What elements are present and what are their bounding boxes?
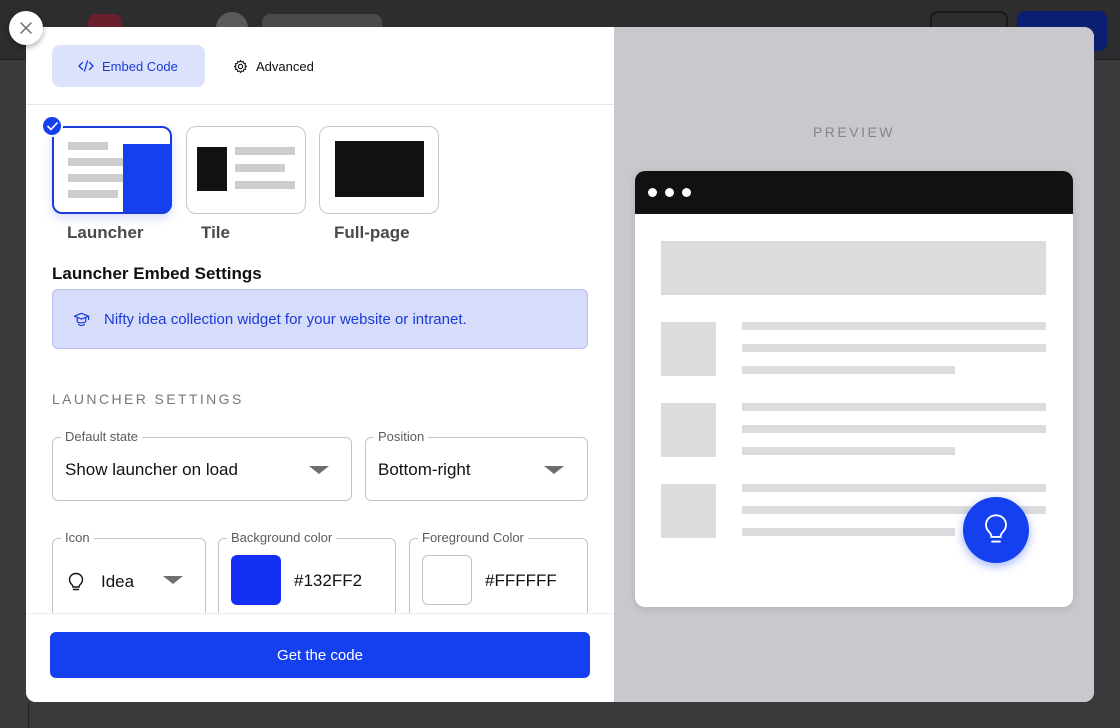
check-icon bbox=[46, 121, 58, 130]
placeholder-line bbox=[742, 322, 1046, 330]
mortarboard-icon bbox=[73, 312, 90, 326]
thumb-line bbox=[235, 147, 295, 155]
window-dot bbox=[665, 188, 674, 197]
default-state-label: Default state bbox=[61, 429, 142, 444]
gear-icon bbox=[233, 59, 248, 73]
foreground-color-value: #FFFFFF bbox=[485, 571, 557, 590]
code-icon bbox=[78, 60, 94, 72]
thumb-fullpage-block bbox=[335, 141, 424, 197]
placeholder-line bbox=[742, 484, 1046, 492]
icon-label: Icon bbox=[61, 530, 94, 545]
layout-option-tile[interactable] bbox=[186, 126, 306, 214]
layout-option-full-page[interactable] bbox=[319, 126, 439, 214]
settings-heading: LAUNCHER SETTINGS bbox=[52, 391, 244, 407]
preview-heading: PREVIEW bbox=[812, 124, 896, 140]
info-banner: Nifty idea collection widget for your we… bbox=[52, 289, 588, 349]
placeholder-line bbox=[742, 366, 955, 374]
foreground-color-swatch[interactable] bbox=[422, 555, 472, 605]
icon-value: Idea bbox=[101, 572, 135, 591]
window-dot bbox=[648, 188, 657, 197]
position-label: Position bbox=[374, 429, 429, 444]
window-dot bbox=[682, 188, 691, 197]
embed-modal: Embed Code Advanced Launcher Tile Full-p… bbox=[26, 27, 1094, 702]
settings-panel: Embed Code Advanced Launcher Tile Full-p… bbox=[26, 27, 614, 702]
get-code-button[interactable]: Get the code bbox=[50, 632, 590, 678]
section-title: Launcher Embed Settings bbox=[52, 264, 262, 283]
position-value: Bottom-right bbox=[378, 460, 471, 479]
tab-bar: Embed Code Advanced bbox=[52, 45, 340, 87]
chevron-down-icon bbox=[309, 466, 329, 474]
layout-label-launcher: Launcher bbox=[67, 223, 144, 242]
tab-advanced-label: Advanced bbox=[256, 58, 314, 74]
placeholder-line bbox=[742, 403, 1046, 411]
close-button[interactable] bbox=[9, 11, 43, 45]
background-divider bbox=[28, 702, 1098, 728]
placeholder-banner bbox=[661, 241, 1046, 295]
lightbulb-icon bbox=[985, 514, 1007, 543]
thumb-line bbox=[235, 181, 295, 189]
layout-label-tile: Tile bbox=[201, 223, 230, 242]
tab-advanced[interactable]: Advanced bbox=[225, 45, 340, 87]
tab-embed-code-label: Embed Code bbox=[102, 58, 178, 74]
foreground-color-label: Foreground Color bbox=[418, 530, 528, 545]
default-state-value: Show launcher on load bbox=[65, 460, 238, 479]
info-text: Nifty idea collection widget for your we… bbox=[104, 310, 467, 328]
thumb-line bbox=[68, 158, 128, 166]
placeholder-line bbox=[742, 447, 955, 455]
thumb-tile-block bbox=[197, 147, 227, 191]
thumb-line bbox=[235, 164, 285, 172]
thumb-line bbox=[68, 190, 118, 198]
close-icon bbox=[20, 22, 32, 34]
background-color-value: #132FF2 bbox=[294, 571, 363, 590]
placeholder-thumb bbox=[661, 484, 716, 538]
browser-titlebar bbox=[635, 171, 1073, 214]
launcher-preview-button[interactable] bbox=[963, 497, 1029, 563]
chevron-down-icon bbox=[163, 576, 183, 584]
tab-embed-code[interactable]: Embed Code bbox=[52, 45, 205, 87]
placeholder-line bbox=[742, 344, 1046, 352]
position-select[interactable]: Position Bottom-right bbox=[365, 429, 588, 501]
background-color-swatch[interactable] bbox=[231, 555, 281, 605]
thumb-launcher-panel bbox=[123, 144, 172, 212]
layout-option-launcher[interactable] bbox=[52, 126, 172, 214]
background-color-label: Background color bbox=[227, 530, 337, 545]
modal-footer: Get the code bbox=[26, 613, 614, 702]
chevron-down-icon bbox=[544, 466, 564, 474]
layout-label-full-page: Full-page bbox=[334, 223, 410, 242]
placeholder-line bbox=[742, 425, 1046, 433]
tabs-divider bbox=[26, 104, 614, 105]
thumb-line bbox=[68, 142, 108, 150]
preview-panel: PREVIEW bbox=[614, 27, 1094, 702]
placeholder-thumb bbox=[661, 403, 716, 457]
default-state-select[interactable]: Default state Show launcher on load bbox=[52, 429, 352, 501]
selected-check-badge bbox=[41, 115, 63, 137]
placeholder-thumb bbox=[661, 322, 716, 376]
placeholder-line bbox=[742, 528, 955, 536]
thumb-line bbox=[68, 174, 124, 182]
lightbulb-icon bbox=[68, 572, 84, 591]
